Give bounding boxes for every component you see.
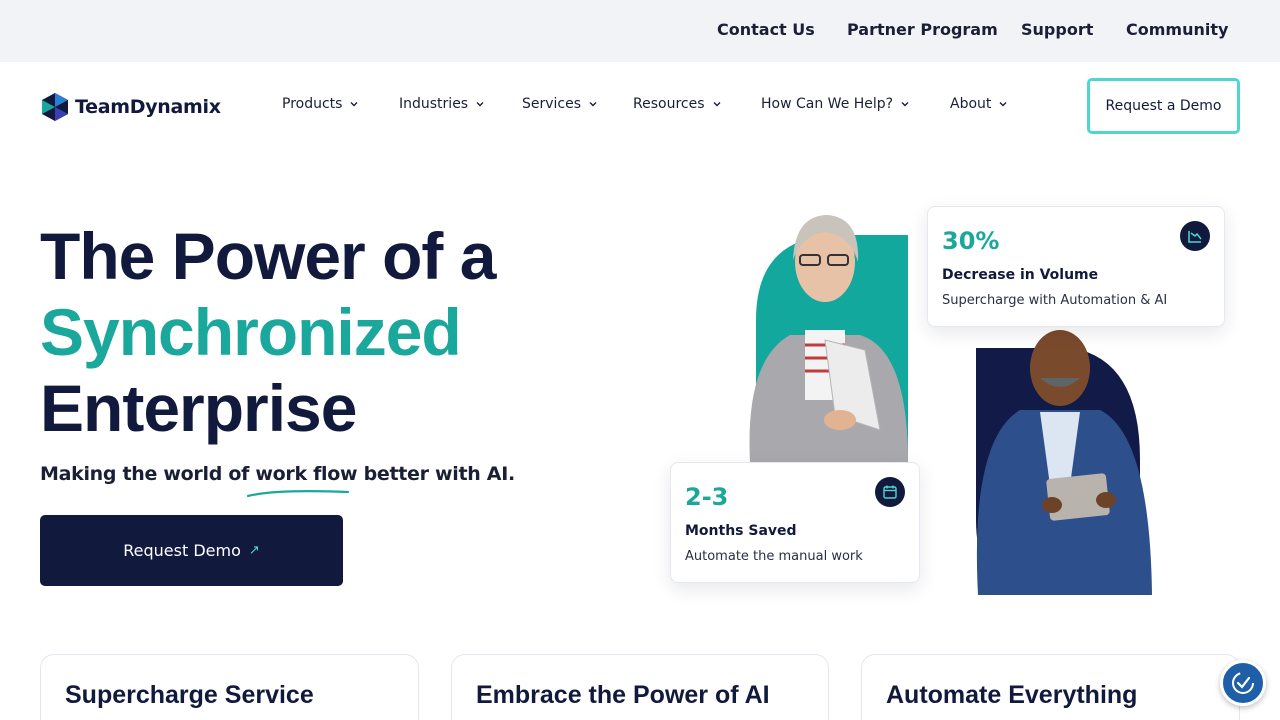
brand-name: TeamDynamix — [75, 96, 221, 118]
hero-title-line-1: The Power of a — [40, 219, 496, 293]
feature-card-ai[interactable]: Embrace the Power of AI — [451, 654, 829, 720]
nav-services[interactable]: Services — [522, 96, 598, 112]
stat-label: Decrease in Volume — [942, 267, 1099, 283]
partner-program-link[interactable]: Partner Program — [847, 20, 998, 39]
feature-title: Automate Everything — [886, 681, 1138, 709]
nav-label: Services — [522, 96, 582, 112]
stat-value: 30% — [942, 227, 1000, 255]
stat-card-months: 2-3 Months Saved Automate the manual wor… — [670, 462, 920, 583]
chevron-down-icon — [350, 102, 358, 107]
chevron-down-icon — [476, 102, 484, 107]
nav-products[interactable]: Products — [282, 96, 359, 112]
hero-title-line-2: Synchronized — [40, 295, 462, 369]
nav-label: Products — [282, 96, 343, 112]
hero-title-line-3: Enterprise — [40, 371, 357, 445]
feature-title: Supercharge Service — [65, 681, 314, 709]
chevron-down-icon — [999, 102, 1007, 107]
stat-value: 2-3 — [685, 483, 729, 511]
nav-industries[interactable]: Industries — [399, 96, 485, 112]
chevron-down-icon — [713, 102, 720, 107]
nav-about[interactable]: About — [950, 96, 1008, 112]
stat-description: Supercharge with Automation & AI — [942, 293, 1168, 308]
feature-title: Embrace the Power of AI — [476, 681, 770, 709]
community-link[interactable]: Community — [1126, 20, 1228, 39]
feature-card-supercharge[interactable]: Supercharge Service — [40, 654, 419, 720]
nav-label: About — [950, 96, 992, 112]
contact-us-link[interactable]: Contact Us — [717, 20, 815, 39]
cta-label: Request Demo — [123, 541, 241, 560]
nav-resources[interactable]: Resources — [633, 96, 722, 112]
logo-mark-icon — [42, 93, 68, 121]
stat-card-volume: 30% Decrease in Volume Supercharge with … — [927, 206, 1225, 327]
brand-logo[interactable]: TeamDynamix — [40, 92, 221, 122]
nav-label: Resources — [633, 96, 705, 112]
support-link[interactable]: Support — [1021, 20, 1093, 39]
stat-description: Automate the manual work — [685, 549, 863, 564]
calendar-icon — [875, 477, 905, 507]
accessibility-icon[interactable] — [1220, 660, 1266, 706]
utility-bar: Contact Us Partner Program Support Commu… — [0, 0, 1280, 62]
nav-how-can-we-help[interactable]: How Can We Help? — [761, 96, 910, 112]
hero-subtitle: Making the world of work flow better wit… — [40, 463, 515, 485]
chart-down-icon — [1180, 221, 1210, 251]
arrow-up-right-icon: ↗ — [248, 543, 260, 558]
handdrawn-underline — [246, 490, 350, 498]
request-demo-button[interactable]: Request Demo ↗ — [40, 515, 343, 586]
stat-label: Months Saved — [685, 523, 797, 539]
nav-label: How Can We Help? — [761, 96, 894, 112]
nav-label: Industries — [399, 96, 469, 112]
feature-card-automate[interactable]: Automate Everything — [861, 654, 1240, 720]
chevron-down-icon — [901, 102, 909, 107]
request-a-demo-button[interactable]: Request a Demo — [1087, 78, 1240, 134]
chevron-down-icon — [589, 102, 597, 107]
